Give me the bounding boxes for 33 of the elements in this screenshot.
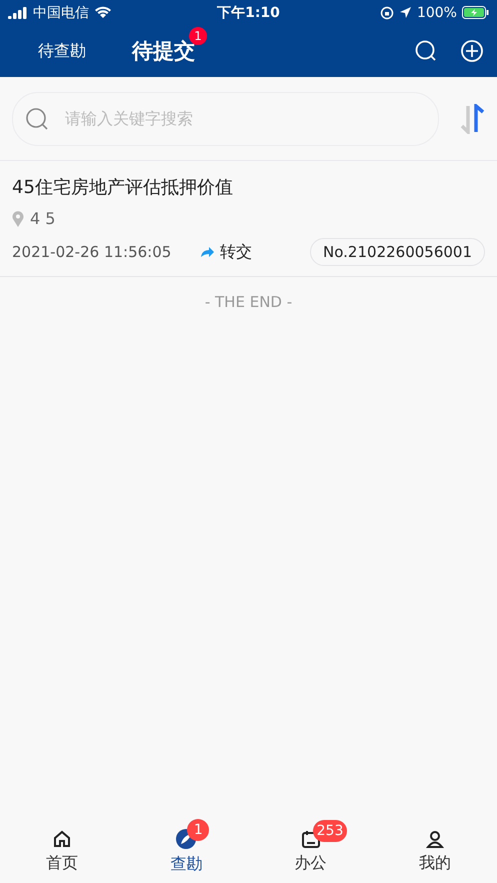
count-badge: 1 — [187, 819, 210, 841]
record-datetime: 2021-02-26 11:56:05 — [12, 243, 172, 261]
battery-icon — [462, 6, 489, 19]
transfer-button[interactable]: 转交 — [200, 242, 252, 262]
sort-icon[interactable] — [459, 104, 485, 134]
rotation-lock-icon — [380, 6, 394, 20]
wifi-icon — [94, 6, 112, 19]
status-time: 下午1:10 — [217, 4, 280, 22]
search-bar[interactable]: 请输入关键字搜索 — [12, 92, 439, 146]
record-card[interactable]: 45住宅房地产评估抵押价值 4 5 2021-02-26 11:56:05 转交 No.2102260056001 — [0, 161, 497, 277]
nav-item[interactable]: 253 办公 — [248, 820, 373, 883]
user-icon — [424, 829, 445, 849]
record-location: 4 5 — [30, 209, 56, 228]
carrier-name: 中国电信 — [33, 4, 89, 22]
record-number: No.2102260056001 — [310, 238, 485, 266]
count-badge: 1 — [189, 27, 207, 45]
location-pin-icon — [12, 210, 24, 226]
search-field[interactable]: 请输入关键字搜索 — [63, 108, 426, 129]
nav-item[interactable]: 首页 — [0, 820, 124, 883]
search-icon — [25, 106, 49, 130]
search-icon[interactable] — [415, 40, 437, 62]
nav-item[interactable]: 1 查勘 — [124, 820, 248, 883]
home-icon — [52, 829, 72, 849]
battery-percent: 100% — [416, 4, 457, 20]
nav-item[interactable]: 我的 — [372, 820, 497, 883]
location-arrow-icon — [398, 6, 412, 19]
add-icon[interactable] — [461, 40, 483, 62]
share-arrow-icon — [200, 246, 214, 258]
header-tab[interactable]: 待查勘 — [38, 40, 86, 62]
end-text: - THE END - — [204, 293, 292, 311]
count-badge: 253 — [312, 820, 348, 842]
signal-icon — [8, 6, 28, 18]
record-title: 45住宅房地产评估抵押价值 — [12, 176, 234, 199]
